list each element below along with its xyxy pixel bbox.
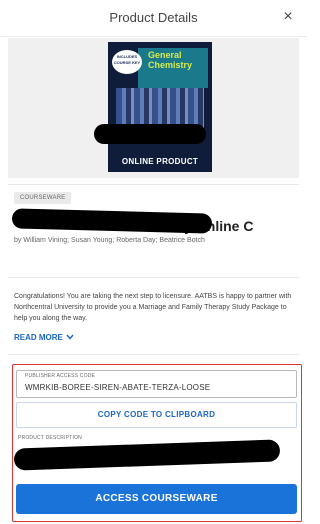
product-image-area: General Chemistry INCLUDES COURSE KEY ON…: [8, 38, 299, 178]
access-code-value[interactable]: WMRKIB-BOREE-SIREN-ABATE-TERZA-LOOSE: [25, 383, 210, 392]
divider: [8, 277, 299, 278]
redaction-mark: [94, 124, 206, 144]
read-more-label: READ MORE: [14, 333, 63, 342]
copy-code-button[interactable]: COPY CODE TO CLIPBOARD: [16, 402, 297, 428]
redaction-mark: [11, 208, 213, 234]
close-icon[interactable]: ×: [279, 8, 297, 26]
cover-footer: ONLINE PRODUCT: [121, 157, 199, 166]
modal-title: Product Details: [109, 10, 198, 25]
read-more-link[interactable]: READ MORE: [14, 333, 74, 342]
product-authors: by William Vining; Susan Young; Roberta …: [14, 237, 205, 244]
access-courseware-button[interactable]: ACCESS COURSEWARE: [16, 484, 297, 514]
access-code-label: PUBLISHER ACCESS CODE: [25, 373, 96, 379]
product-description-label: PRODUCT DESCRIPTION: [18, 435, 82, 441]
divider: [8, 354, 299, 355]
chevron-down-icon: [66, 333, 74, 342]
cover-title: General Chemistry: [148, 50, 193, 70]
cover-badge: INCLUDES COURSE KEY: [112, 50, 142, 74]
divider: [8, 184, 299, 185]
book-cover-image: General Chemistry INCLUDES COURSE KEY ON…: [108, 42, 212, 172]
modal-header: Product Details ×: [0, 0, 307, 37]
redaction-mark: [13, 439, 281, 471]
access-code-field[interactable]: PUBLISHER ACCESS CODE WMRKIB-BOREE-SIREN…: [16, 370, 297, 398]
product-description-text: Congratulations! You are taking the next…: [14, 293, 292, 322]
product-type-badge: COURSEWARE: [14, 192, 72, 204]
